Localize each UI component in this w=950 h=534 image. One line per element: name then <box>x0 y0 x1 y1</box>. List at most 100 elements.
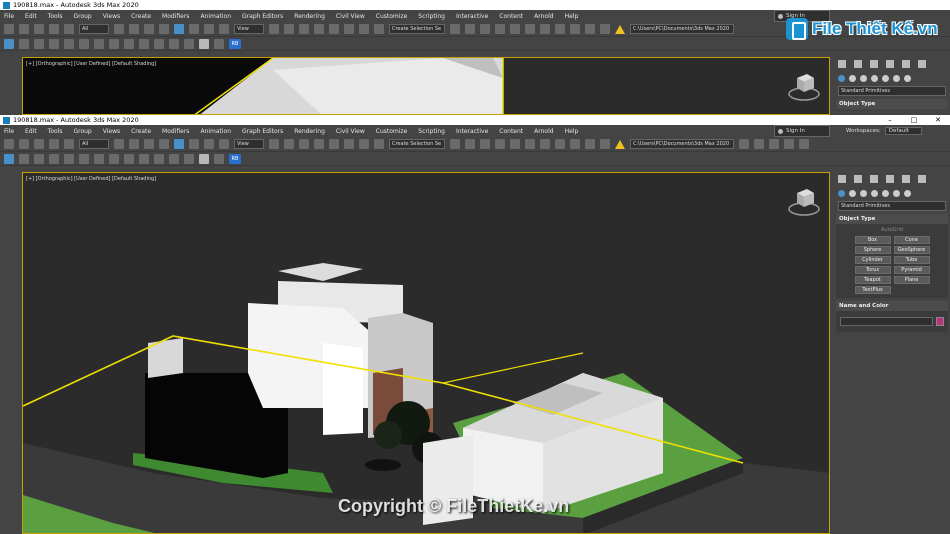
export-icon[interactable] <box>799 139 809 149</box>
select-object-icon[interactable] <box>114 24 124 34</box>
pyramid-button[interactable]: Pyramid <box>893 266 930 274</box>
viewport-label[interactable]: [+] [Orthographic] [User Defined] [Defau… <box>26 176 156 182</box>
menu-tools[interactable]: Tools <box>48 13 63 20</box>
viewport-label[interactable]: [+] [Orthographic] [User Defined] [Defau… <box>26 61 156 67</box>
box-tool-icon[interactable] <box>124 38 134 49</box>
populate-icon[interactable] <box>79 38 89 49</box>
menu-create[interactable]: Create <box>131 128 151 135</box>
menu-file[interactable]: File <box>4 13 14 20</box>
textplus-button[interactable]: TextPlus <box>854 286 891 294</box>
sphere-tool-icon[interactable] <box>19 153 29 164</box>
curve-editor-icon[interactable] <box>525 139 535 149</box>
ribbon-toggle-icon[interactable] <box>510 24 520 34</box>
cylinder-button[interactable]: Cylinder <box>854 256 891 264</box>
category-dropdown[interactable]: Standard Primitives <box>838 201 946 211</box>
menu-animation[interactable]: Animation <box>200 13 231 20</box>
selection-tool-icon[interactable] <box>94 153 104 164</box>
shapes-icon[interactable] <box>849 189 856 197</box>
warning-icon[interactable] <box>615 139 625 149</box>
edit-named-selection-icon[interactable] <box>374 139 384 149</box>
menu-views[interactable]: Views <box>103 128 120 135</box>
layers-icon[interactable] <box>184 38 194 49</box>
workspaces-dropdown[interactable]: Default <box>884 127 922 135</box>
paint-icon[interactable] <box>34 38 44 49</box>
freeform-icon[interactable] <box>109 153 119 164</box>
warning-icon[interactable] <box>615 24 625 34</box>
populate-icon[interactable] <box>79 153 89 164</box>
edit-named-selection-icon[interactable] <box>374 24 384 34</box>
menu-views[interactable]: Views <box>103 13 120 20</box>
layer-explorer-icon[interactable] <box>495 139 505 149</box>
motion-tab-icon[interactable] <box>886 60 894 68</box>
window-crossing-icon[interactable] <box>159 24 169 34</box>
move-icon[interactable] <box>174 24 184 34</box>
object-paint-icon[interactable] <box>64 38 74 49</box>
cloth-icon[interactable] <box>154 38 164 49</box>
paint-icon[interactable] <box>34 153 44 164</box>
object-paint-icon[interactable] <box>64 153 74 164</box>
rotate-icon[interactable] <box>189 24 199 34</box>
lamp-icon[interactable] <box>199 38 209 49</box>
keyboard-shortcut-icon[interactable] <box>299 139 309 149</box>
utilities-tab-icon[interactable] <box>918 175 926 183</box>
project-folder-icon[interactable] <box>739 139 749 149</box>
hierarchy-tab-icon[interactable] <box>870 60 878 68</box>
menu-arnold[interactable]: Arnold <box>534 128 553 135</box>
pivot-center-icon[interactable] <box>269 24 279 34</box>
torus-button[interactable]: Torus <box>854 266 891 274</box>
window-crossing-icon[interactable] <box>159 139 169 149</box>
display-tab-icon[interactable] <box>902 60 910 68</box>
grid-icon[interactable] <box>49 153 59 164</box>
cameras-icon[interactable] <box>871 74 878 82</box>
display-tab-icon[interactable] <box>902 175 910 183</box>
rendered-frame-icon[interactable] <box>585 24 595 34</box>
object-color-swatch[interactable] <box>936 317 944 326</box>
plane-button[interactable]: Plane <box>893 276 930 284</box>
menu-customize[interactable]: Customize <box>376 128 408 135</box>
grid-icon[interactable] <box>49 38 59 49</box>
systems-icon[interactable] <box>904 189 911 197</box>
render-production-icon[interactable] <box>600 139 610 149</box>
redo-icon[interactable] <box>19 139 29 149</box>
ribbon-toggle-icon[interactable] <box>510 139 520 149</box>
modeling-icon[interactable] <box>139 153 149 164</box>
menu-arnold[interactable]: Arnold <box>534 13 553 20</box>
menu-interactive[interactable]: Interactive <box>456 128 488 135</box>
geometry-icon[interactable] <box>838 189 845 197</box>
object-name-field[interactable] <box>840 317 933 326</box>
percent-snap-icon[interactable] <box>344 24 354 34</box>
spacewarps-icon[interactable] <box>893 189 900 197</box>
lights-icon[interactable] <box>860 189 867 197</box>
project-path-field[interactable]: C:\Users\PC\Documents\3ds Max 2020 <box>630 24 734 34</box>
utilities-tab-icon[interactable] <box>918 60 926 68</box>
bind-spacewarp-icon[interactable] <box>64 24 74 34</box>
menu-create[interactable]: Create <box>131 13 151 20</box>
spinner-snap-icon[interactable] <box>359 24 369 34</box>
name-color-header[interactable]: Name and Color <box>836 301 948 311</box>
menu-group[interactable]: Group <box>73 128 91 135</box>
menu-edit[interactable]: Edit <box>25 128 37 135</box>
align-icon[interactable] <box>465 24 475 34</box>
mirror-icon[interactable] <box>450 24 460 34</box>
render-setup-icon[interactable] <box>570 139 580 149</box>
undo-icon[interactable] <box>4 139 14 149</box>
mirror-icon[interactable] <box>450 139 460 149</box>
rect-selection-icon[interactable] <box>144 139 154 149</box>
menu-tools[interactable]: Tools <box>48 128 63 135</box>
layers-icon[interactable] <box>184 153 194 164</box>
shapes-icon[interactable] <box>849 74 856 82</box>
percent-snap-icon[interactable] <box>344 139 354 149</box>
pivot-center-icon[interactable] <box>269 139 279 149</box>
menu-interactive[interactable]: Interactive <box>456 13 488 20</box>
geometry-icon[interactable] <box>838 74 845 82</box>
maximize-icon[interactable]: □ <box>902 116 926 124</box>
close-icon[interactable]: ✕ <box>926 116 950 124</box>
viewcube[interactable] <box>787 70 821 104</box>
rb-button[interactable]: RB <box>229 153 241 164</box>
menu-scripting[interactable]: Scripting <box>418 128 445 135</box>
keyboard-shortcut-icon[interactable] <box>299 24 309 34</box>
menu-modifiers[interactable]: Modifiers <box>162 128 189 135</box>
save-folder-icon[interactable] <box>769 139 779 149</box>
selection-tool-icon[interactable] <box>94 38 104 49</box>
scale-icon[interactable] <box>204 139 214 149</box>
